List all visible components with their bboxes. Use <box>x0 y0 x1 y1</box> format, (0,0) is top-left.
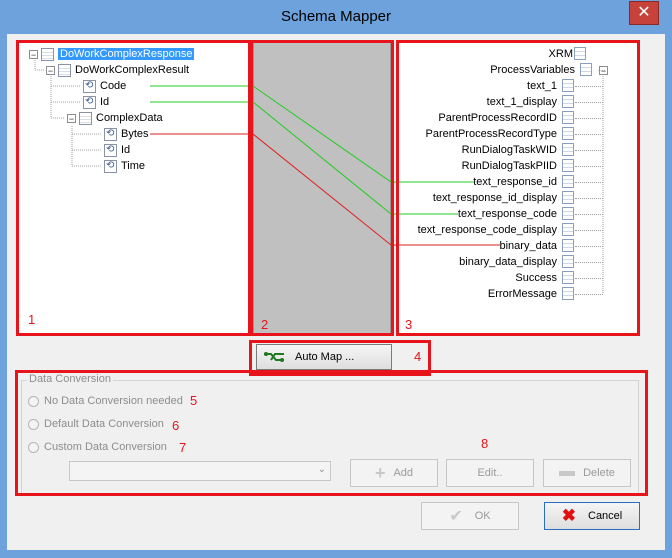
annotation-number-2: 2 <box>261 317 269 332</box>
cancel-x-icon: ✖ <box>561 506 576 525</box>
annotation-number-5: 5 <box>190 393 198 408</box>
annotation-number-7: 7 <box>179 440 187 455</box>
annotation-number-6: 6 <box>172 418 180 433</box>
schema-mapper-window: Schema Mapper ✕ − DoWorkComplexResponse −… <box>0 0 672 558</box>
checkmark-icon: ✔ <box>449 508 463 525</box>
annotation-number-1: 1 <box>28 312 36 327</box>
annotation-number-3: 3 <box>405 317 413 332</box>
annotation-box-2 <box>250 40 394 336</box>
ok-button[interactable]: ✔ OK <box>421 502 519 530</box>
annotation-box-8 <box>15 370 648 496</box>
annotation-number-4: 4 <box>414 349 422 364</box>
cancel-button[interactable]: ✖ Cancel <box>544 502 640 530</box>
annotation-box-1 <box>16 40 251 336</box>
annotation-number-8: 8 <box>481 436 489 451</box>
annotation-box-3 <box>396 40 640 336</box>
